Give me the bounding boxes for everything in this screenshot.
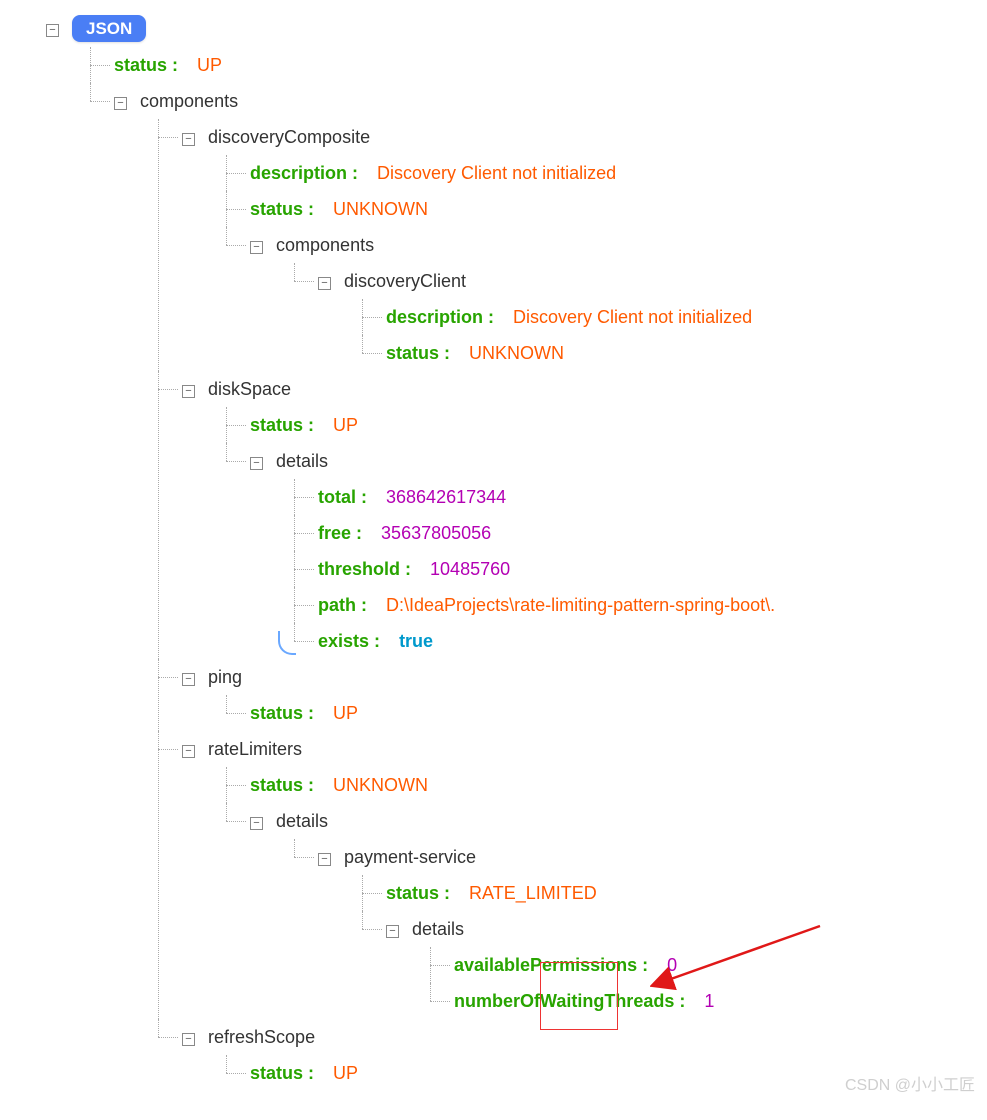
object-label[interactable]: components <box>276 235 374 255</box>
collapse-icon[interactable] <box>182 133 195 146</box>
value-text: UP <box>333 703 358 723</box>
collapse-icon[interactable] <box>250 457 263 470</box>
object-label[interactable]: details <box>412 919 464 939</box>
tree-leaf: status : UNKNOWN <box>352 335 975 371</box>
tree-leaf: availablePermissions : 0 <box>420 947 975 983</box>
tree-leaf: threshold : 10485760 <box>284 551 975 587</box>
key-label: status <box>386 883 439 903</box>
collapse-icon[interactable] <box>250 817 263 830</box>
object-label[interactable]: refreshScope <box>208 1027 315 1047</box>
key-label: availablePermissions <box>454 955 637 975</box>
key-label: status <box>386 343 439 363</box>
object-label[interactable]: discoveryComposite <box>208 127 370 147</box>
key-label: path <box>318 595 356 615</box>
object-label[interactable]: components <box>140 91 238 111</box>
key-label: numberOfWaitingThreads <box>454 991 674 1011</box>
value-text: UNKNOWN <box>333 775 428 795</box>
tree-leaf: status : RATE_LIMITED <box>352 875 975 911</box>
collapse-icon[interactable] <box>318 853 331 866</box>
key-label: free <box>318 523 351 543</box>
key-label: status <box>250 775 303 795</box>
collapse-icon[interactable] <box>182 1033 195 1046</box>
key-label: status <box>250 199 303 219</box>
tree-leaf: numberOfWaitingThreads : 1 <box>420 983 975 1019</box>
value-text: UNKNOWN <box>333 199 428 219</box>
key-label: total <box>318 487 356 507</box>
tree-leaf: free : 35637805056 <box>284 515 975 551</box>
collapse-icon[interactable] <box>46 24 59 37</box>
key-label: exists <box>318 631 369 651</box>
value-text: 10485760 <box>430 559 510 579</box>
tree-leaf: status : UP <box>216 407 975 443</box>
value-text: 368642617344 <box>386 487 506 507</box>
collapse-icon[interactable] <box>182 385 195 398</box>
json-tree: JSON status : UP components discoveryCom… <box>12 10 975 1091</box>
object-label[interactable]: payment-service <box>344 847 476 867</box>
value-text: 0 <box>667 955 677 975</box>
key-label: description <box>386 307 483 327</box>
collapse-icon[interactable] <box>250 241 263 254</box>
value-text: RATE_LIMITED <box>469 883 597 903</box>
value-text: UP <box>197 55 222 75</box>
value-text: Discovery Client not initialized <box>377 163 616 183</box>
object-label[interactable]: rateLimiters <box>208 739 302 759</box>
key-label: status <box>250 703 303 723</box>
collapse-icon[interactable] <box>386 925 399 938</box>
value-text: UNKNOWN <box>469 343 564 363</box>
value-text: 1 <box>704 991 714 1011</box>
tree-leaf: description : Discovery Client not initi… <box>352 299 975 335</box>
collapse-icon[interactable] <box>318 277 331 290</box>
key-label: threshold <box>318 559 400 579</box>
object-label[interactable]: details <box>276 451 328 471</box>
key-label: description <box>250 163 347 183</box>
object-label[interactable]: discoveryClient <box>344 271 466 291</box>
value-text: 35637805056 <box>381 523 491 543</box>
key-label: status <box>250 415 303 435</box>
root-badge[interactable]: JSON <box>72 15 146 42</box>
tree-leaf: status : UNKNOWN <box>216 191 975 227</box>
value-text: UP <box>333 1063 358 1083</box>
tree-leaf: path : D:\IdeaProjects\rate-limiting-pat… <box>284 587 975 623</box>
value-text: UP <box>333 415 358 435</box>
tree-leaf: description : Discovery Client not initi… <box>216 155 975 191</box>
collapse-icon[interactable] <box>114 97 127 110</box>
tree-leaf: status : UNKNOWN <box>216 767 975 803</box>
value-text: true <box>399 631 433 651</box>
value-text: Discovery Client not initialized <box>513 307 752 327</box>
tree-leaf: status : UP <box>216 695 975 731</box>
watermark: CSDN @小小工匠 <box>845 1071 975 1095</box>
collapse-icon[interactable] <box>182 673 195 686</box>
tree-leaf: total : 368642617344 <box>284 479 975 515</box>
collapse-icon[interactable] <box>182 745 195 758</box>
object-label[interactable]: details <box>276 811 328 831</box>
object-label[interactable]: diskSpace <box>208 379 291 399</box>
tree-leaf: exists : true <box>284 623 975 659</box>
object-label[interactable]: ping <box>208 667 242 687</box>
key-label: status <box>114 55 167 75</box>
key-label: status <box>250 1063 303 1083</box>
value-text: D:\IdeaProjects\rate-limiting-pattern-sp… <box>386 595 775 615</box>
tree-leaf: status : UP <box>80 47 975 83</box>
cursor-icon <box>278 631 296 655</box>
